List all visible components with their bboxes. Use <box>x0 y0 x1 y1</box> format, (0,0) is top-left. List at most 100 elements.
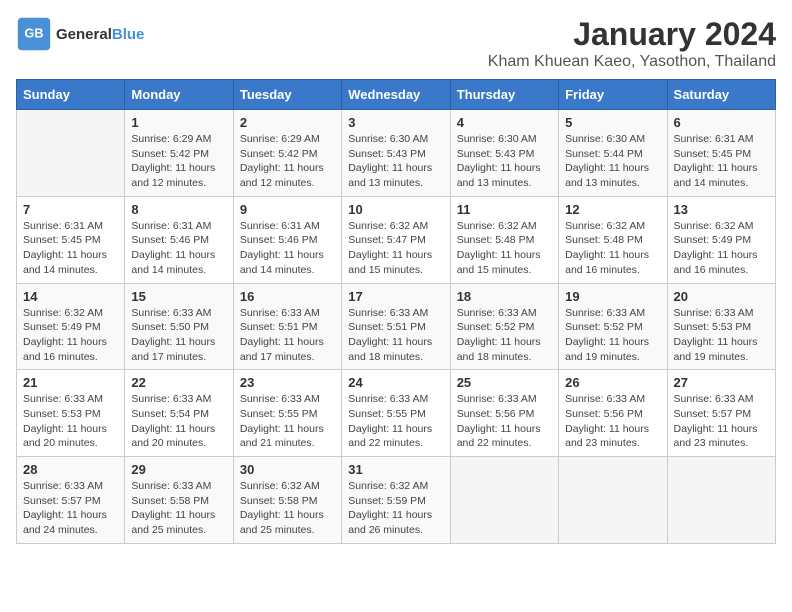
calendar-day-cell: 27Sunrise: 6:33 AM Sunset: 5:57 PM Dayli… <box>667 370 775 457</box>
weekday-header-thursday: Thursday <box>450 80 558 110</box>
weekday-header-monday: Monday <box>125 80 233 110</box>
day-info: Sunrise: 6:33 AM Sunset: 5:53 PM Dayligh… <box>23 392 118 451</box>
page-header: GB GeneralBlue January 2024 Kham Khuean … <box>16 16 776 71</box>
calendar-day-cell: 23 Sunrise: 6:33 AM Sunset: 5:55 PM Dayli… <box>233 370 341 457</box>
day-number: 11 <box>457 202 552 217</box>
logo-text: GeneralBlue <box>56 26 144 43</box>
day-info: Sunrise: 6:33 AM Sunset: 5:53 PM Dayligh… <box>674 306 769 365</box>
day-number: 30 <box>240 462 335 477</box>
calendar-day-cell: 30 Sunrise: 6:32 AM Sunset: 5:58 PM Dayli… <box>233 457 341 544</box>
day-number: 4 <box>457 115 552 130</box>
calendar-day-cell: 24 Sunrise: 6:33 AM Sunset: 5:55 PM Dayli… <box>342 370 450 457</box>
calendar-day-cell: 6 Sunrise: 6:31 AM Sunset: 5:45 PM Daylig… <box>667 110 775 197</box>
day-number: 21 <box>23 375 118 390</box>
day-number: 15 <box>131 289 226 304</box>
day-info: Sunrise: 6:33 AM Sunset: 5:51 PM Dayligh… <box>348 306 443 365</box>
calendar-day-cell: 22 Sunrise: 6:33 AM Sunset: 5:54 PM Dayli… <box>125 370 233 457</box>
day-info: Sunrise: 6:33 AM Sunset: 5:58 PM Dayligh… <box>131 479 226 538</box>
day-number: 29 <box>131 462 226 477</box>
day-info: Sunrise: 6:32 AM Sunset: 5:49 PM Dayligh… <box>23 306 118 365</box>
calendar-day-cell: 17 Sunrise: 6:33 AM Sunset: 5:51 PM Dayli… <box>342 283 450 370</box>
day-number: 17 <box>348 289 443 304</box>
calendar-day-cell: 21 Sunrise: 6:33 AM Sunset: 5:53 PM Dayli… <box>17 370 125 457</box>
weekday-header-saturday: Saturday <box>667 80 775 110</box>
calendar-week-row: 14 Sunrise: 6:32 AM Sunset: 5:49 PM Dayli… <box>17 283 776 370</box>
calendar-day-cell: 9Sunrise: 6:31 AM Sunset: 5:46 PM Daylig… <box>233 196 341 283</box>
day-info: Sunrise: 6:33 AM Sunset: 5:57 PM Dayligh… <box>23 479 118 538</box>
calendar-day-cell: 20 Sunrise: 6:33 AM Sunset: 5:53 PM Dayli… <box>667 283 775 370</box>
calendar-day-cell: 10Sunrise: 6:32 AM Sunset: 5:47 PM Dayli… <box>342 196 450 283</box>
empty-day-cell <box>17 110 125 197</box>
location-title: Kham Khuean Kaeo, Yasothon, Thailand <box>488 53 776 71</box>
day-info: Sunrise: 6:33 AM Sunset: 5:50 PM Dayligh… <box>131 306 226 365</box>
day-number: 13 <box>674 202 769 217</box>
calendar-day-cell: 11 Sunrise: 6:32 AM Sunset: 5:48 PM Dayli… <box>450 196 558 283</box>
day-info: Sunrise: 6:33 AM Sunset: 5:55 PM Dayligh… <box>348 392 443 451</box>
day-number: 18 <box>457 289 552 304</box>
day-info: Sunrise: 6:30 AM Sunset: 5:44 PM Dayligh… <box>565 132 660 191</box>
day-number: 7 <box>23 202 118 217</box>
day-number: 16 <box>240 289 335 304</box>
day-info: Sunrise: 6:33 AM Sunset: 5:54 PM Dayligh… <box>131 392 226 451</box>
calendar-day-cell: 8Sunrise: 6:31 AM Sunset: 5:46 PM Daylig… <box>125 196 233 283</box>
day-number: 3 <box>348 115 443 130</box>
day-info: Sunrise: 6:29 AM Sunset: 5:42 PM Dayligh… <box>131 132 226 191</box>
day-info: Sunrise: 6:29 AM Sunset: 5:42 PM Dayligh… <box>240 132 335 191</box>
day-info: Sunrise: 6:32 AM Sunset: 5:48 PM Dayligh… <box>457 219 552 278</box>
day-info: Sunrise: 6:31 AM Sunset: 5:45 PM Dayligh… <box>23 219 118 278</box>
calendar-week-row: 28Sunrise: 6:33 AM Sunset: 5:57 PM Dayli… <box>17 457 776 544</box>
day-info: Sunrise: 6:32 AM Sunset: 5:58 PM Dayligh… <box>240 479 335 538</box>
day-info: Sunrise: 6:33 AM Sunset: 5:56 PM Dayligh… <box>565 392 660 451</box>
calendar-week-row: 7 Sunrise: 6:31 AM Sunset: 5:45 PM Daylig… <box>17 196 776 283</box>
calendar-week-row: 21 Sunrise: 6:33 AM Sunset: 5:53 PM Dayli… <box>17 370 776 457</box>
day-number: 25 <box>457 375 552 390</box>
day-info: Sunrise: 6:30 AM Sunset: 5:43 PM Dayligh… <box>348 132 443 191</box>
empty-day-cell <box>450 457 558 544</box>
day-number: 31 <box>348 462 443 477</box>
calendar-day-cell: 29 Sunrise: 6:33 AM Sunset: 5:58 PM Dayli… <box>125 457 233 544</box>
calendar-day-cell: 13 Sunrise: 6:32 AM Sunset: 5:49 PM Dayli… <box>667 196 775 283</box>
calendar-day-cell: 18 Sunrise: 6:33 AM Sunset: 5:52 PM Dayli… <box>450 283 558 370</box>
day-info: Sunrise: 6:32 AM Sunset: 5:47 PM Dayligh… <box>348 219 443 278</box>
calendar-day-cell: 19Sunrise: 6:33 AM Sunset: 5:52 PM Dayli… <box>559 283 667 370</box>
weekday-header-friday: Friday <box>559 80 667 110</box>
day-info: Sunrise: 6:33 AM Sunset: 5:52 PM Dayligh… <box>565 306 660 365</box>
calendar-day-cell: 16 Sunrise: 6:33 AM Sunset: 5:51 PM Dayli… <box>233 283 341 370</box>
day-number: 8 <box>131 202 226 217</box>
weekday-header-sunday: Sunday <box>17 80 125 110</box>
day-number: 24 <box>348 375 443 390</box>
day-number: 14 <box>23 289 118 304</box>
title-block: January 2024 Kham Khuean Kaeo, Yasothon,… <box>488 16 776 71</box>
day-info: Sunrise: 6:31 AM Sunset: 5:45 PM Dayligh… <box>674 132 769 191</box>
calendar-day-cell: 1Sunrise: 6:29 AM Sunset: 5:42 PM Daylig… <box>125 110 233 197</box>
day-number: 9 <box>240 202 335 217</box>
day-number: 20 <box>674 289 769 304</box>
calendar-day-cell: 2 Sunrise: 6:29 AM Sunset: 5:42 PM Daylig… <box>233 110 341 197</box>
day-info: Sunrise: 6:32 AM Sunset: 5:49 PM Dayligh… <box>674 219 769 278</box>
day-number: 27 <box>674 375 769 390</box>
calendar-day-cell: 26 Sunrise: 6:33 AM Sunset: 5:56 PM Dayli… <box>559 370 667 457</box>
day-number: 23 <box>240 375 335 390</box>
calendar-day-cell: 28Sunrise: 6:33 AM Sunset: 5:57 PM Dayli… <box>17 457 125 544</box>
calendar-week-row: 1Sunrise: 6:29 AM Sunset: 5:42 PM Daylig… <box>17 110 776 197</box>
svg-text:GB: GB <box>25 27 44 41</box>
day-number: 26 <box>565 375 660 390</box>
empty-day-cell <box>667 457 775 544</box>
calendar-day-cell: 25 Sunrise: 6:33 AM Sunset: 5:56 PM Dayli… <box>450 370 558 457</box>
calendar-day-cell: 4 Sunrise: 6:30 AM Sunset: 5:43 PM Daylig… <box>450 110 558 197</box>
day-info: Sunrise: 6:33 AM Sunset: 5:56 PM Dayligh… <box>457 392 552 451</box>
day-info: Sunrise: 6:33 AM Sunset: 5:55 PM Dayligh… <box>240 392 335 451</box>
calendar-day-cell: 14 Sunrise: 6:32 AM Sunset: 5:49 PM Dayli… <box>17 283 125 370</box>
weekday-header-row: SundayMondayTuesdayWednesdayThursdayFrid… <box>17 80 776 110</box>
day-number: 6 <box>674 115 769 130</box>
day-info: Sunrise: 6:30 AM Sunset: 5:43 PM Dayligh… <box>457 132 552 191</box>
day-info: Sunrise: 6:32 AM Sunset: 5:48 PM Dayligh… <box>565 219 660 278</box>
day-number: 2 <box>240 115 335 130</box>
day-info: Sunrise: 6:33 AM Sunset: 5:52 PM Dayligh… <box>457 306 552 365</box>
day-number: 5 <box>565 115 660 130</box>
day-number: 22 <box>131 375 226 390</box>
day-info: Sunrise: 6:32 AM Sunset: 5:59 PM Dayligh… <box>348 479 443 538</box>
day-info: Sunrise: 6:33 AM Sunset: 5:51 PM Dayligh… <box>240 306 335 365</box>
calendar-day-cell: 15 Sunrise: 6:33 AM Sunset: 5:50 PM Dayli… <box>125 283 233 370</box>
calendar-day-cell: 12Sunrise: 6:32 AM Sunset: 5:48 PM Dayli… <box>559 196 667 283</box>
